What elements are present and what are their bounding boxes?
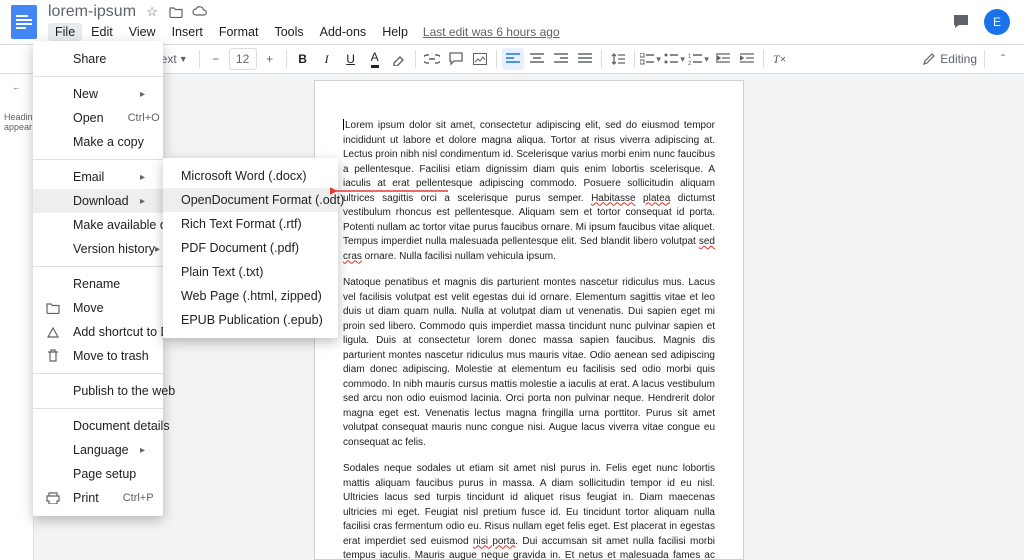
menubar: File Edit View Insert Format Tools Add-o… bbox=[48, 23, 940, 41]
download-html[interactable]: Web Page (.html, zipped) bbox=[163, 284, 338, 308]
download-rtf[interactable]: Rich Text Format (.rtf) bbox=[163, 212, 338, 236]
menu-open[interactable]: OpenCtrl+O bbox=[33, 106, 163, 130]
download-txt[interactable]: Plain Text (.txt) bbox=[163, 260, 338, 284]
outline-placeholder-2: appear bbox=[4, 122, 29, 132]
header: lorem-ipsum ☆ File Edit View Insert Form… bbox=[0, 0, 1024, 44]
outline-collapse-button[interactable]: ← bbox=[4, 82, 29, 92]
insert-link-button[interactable] bbox=[421, 48, 443, 70]
insert-image-button[interactable] bbox=[469, 48, 491, 70]
mode-label: Editing bbox=[940, 52, 977, 66]
clear-formatting-button[interactable]: T✕ bbox=[769, 48, 791, 70]
menu-tools[interactable]: Tools bbox=[267, 23, 310, 41]
highlight-color-button[interactable] bbox=[388, 48, 410, 70]
line-spacing-button[interactable] bbox=[607, 48, 629, 70]
italic-button[interactable]: I bbox=[316, 48, 338, 70]
print-icon bbox=[45, 490, 61, 506]
font-increase-button[interactable]: + bbox=[259, 48, 281, 70]
menu-format[interactable]: Format bbox=[212, 23, 266, 41]
title-area: lorem-ipsum ☆ File Edit View Insert Form… bbox=[48, 3, 940, 41]
avatar[interactable]: E bbox=[984, 9, 1010, 35]
download-submenu: Microsoft Word (.docx) OpenDocument Form… bbox=[163, 158, 338, 338]
svg-text:1: 1 bbox=[688, 54, 692, 60]
bulleted-list-button[interactable]: ▾ bbox=[664, 48, 686, 70]
outline-placeholder-1: Headin bbox=[4, 112, 29, 122]
cloud-status-icon[interactable] bbox=[192, 4, 208, 20]
increase-indent-button[interactable] bbox=[736, 48, 758, 70]
mode-selector[interactable]: Editing bbox=[922, 52, 977, 66]
menu-add-shortcut[interactable]: Add shortcut to Drive bbox=[33, 320, 163, 344]
bold-button[interactable]: B bbox=[292, 48, 314, 70]
menu-view[interactable]: View bbox=[122, 23, 163, 41]
menu-publish-web[interactable]: Publish to the web bbox=[33, 379, 163, 403]
menu-insert[interactable]: Insert bbox=[165, 23, 210, 41]
menu-share[interactable]: Share bbox=[33, 47, 163, 71]
menu-move-trash[interactable]: Move to trash bbox=[33, 344, 163, 368]
pencil-icon bbox=[922, 52, 936, 66]
menu-download[interactable]: Download▸ bbox=[33, 189, 163, 213]
drive-shortcut-icon bbox=[45, 324, 61, 340]
font-decrease-button[interactable]: − bbox=[205, 48, 227, 70]
align-left-button[interactable] bbox=[502, 48, 524, 70]
insert-comment-button[interactable] bbox=[445, 48, 467, 70]
file-menu: Share New▸ OpenCtrl+O Make a copy Email▸… bbox=[33, 41, 163, 516]
download-docx[interactable]: Microsoft Word (.docx) bbox=[163, 164, 338, 188]
header-right: E bbox=[948, 9, 1010, 35]
move-folder-icon[interactable] bbox=[168, 4, 184, 20]
align-justify-button[interactable] bbox=[574, 48, 596, 70]
checklist-button[interactable]: ▾ bbox=[640, 48, 662, 70]
star-icon[interactable]: ☆ bbox=[144, 4, 160, 20]
text-color-button[interactable]: A bbox=[364, 48, 386, 70]
menu-file[interactable]: File bbox=[48, 23, 82, 41]
menu-print[interactable]: PrintCtrl+P bbox=[33, 486, 163, 510]
download-odt[interactable]: OpenDocument Format (.odt) bbox=[163, 188, 338, 212]
align-right-button[interactable] bbox=[550, 48, 572, 70]
comments-icon[interactable] bbox=[948, 9, 974, 35]
trash-icon bbox=[45, 348, 61, 364]
download-pdf[interactable]: PDF Document (.pdf) bbox=[163, 236, 338, 260]
outline-strip: ← Headin appear bbox=[0, 74, 34, 560]
menu-rename[interactable]: Rename bbox=[33, 272, 163, 296]
page[interactable]: Lorem ipsum dolor sit amet, consectetur … bbox=[314, 80, 744, 560]
docs-logo-icon[interactable] bbox=[8, 6, 40, 38]
download-epub[interactable]: EPUB Publication (.epub) bbox=[163, 308, 338, 332]
menu-new[interactable]: New▸ bbox=[33, 82, 163, 106]
menu-make-copy[interactable]: Make a copy bbox=[33, 130, 163, 154]
menu-move[interactable]: Move bbox=[33, 296, 163, 320]
folder-move-icon bbox=[45, 300, 61, 316]
menu-email[interactable]: Email▸ bbox=[33, 165, 163, 189]
menu-language[interactable]: Language▸ bbox=[33, 438, 163, 462]
menu-addons[interactable]: Add-ons bbox=[313, 23, 374, 41]
expand-up-button[interactable]: ˆ bbox=[992, 48, 1014, 70]
menu-make-offline[interactable]: Make available offline bbox=[33, 213, 163, 237]
align-center-button[interactable] bbox=[526, 48, 548, 70]
menu-edit[interactable]: Edit bbox=[84, 23, 120, 41]
menu-doc-details[interactable]: Document details bbox=[33, 414, 163, 438]
numbered-list-button[interactable]: 12▾ bbox=[688, 48, 710, 70]
menu-version-history[interactable]: Version history▸ bbox=[33, 237, 163, 261]
svg-text:2: 2 bbox=[688, 61, 692, 65]
underline-button[interactable]: U bbox=[340, 48, 362, 70]
last-edit-link[interactable]: Last edit was 6 hours ago bbox=[423, 25, 560, 39]
text-cursor bbox=[343, 119, 344, 130]
paragraph-2[interactable]: Natoque penatibus et magnis dis parturie… bbox=[343, 276, 715, 450]
decrease-indent-button[interactable] bbox=[712, 48, 734, 70]
doc-title[interactable]: lorem-ipsum bbox=[48, 3, 136, 21]
menu-help[interactable]: Help bbox=[375, 23, 415, 41]
menu-page-setup[interactable]: Page setup bbox=[33, 462, 163, 486]
font-size-input[interactable]: 12 bbox=[229, 48, 257, 70]
paragraph-1[interactable]: Lorem ipsum dolor sit amet, consectetur … bbox=[343, 119, 715, 264]
paragraph-3[interactable]: Sodales neque sodales ut etiam sit amet … bbox=[343, 462, 715, 560]
